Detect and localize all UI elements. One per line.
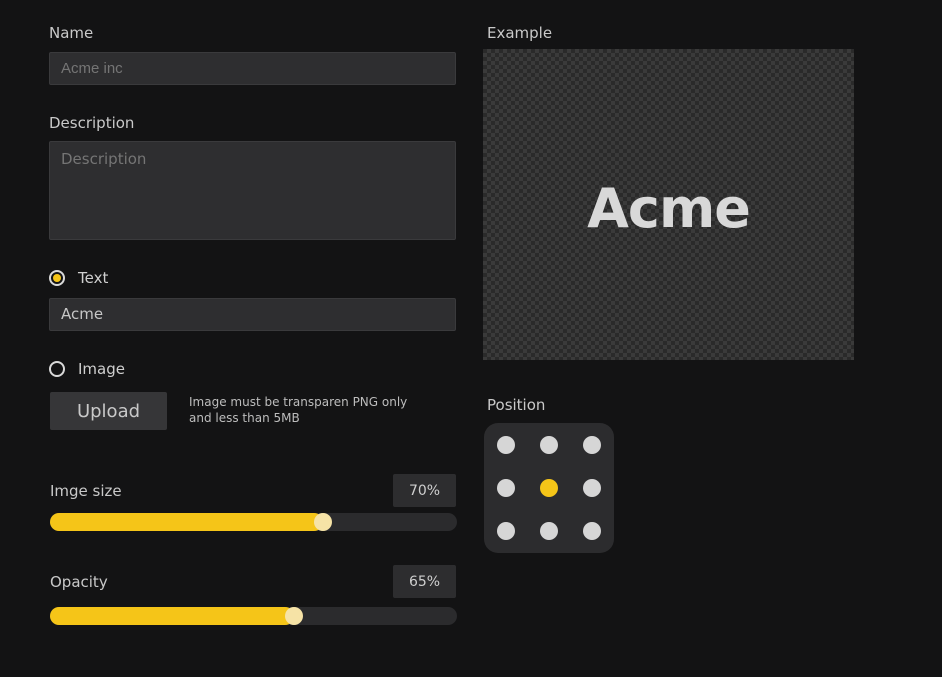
image-size-label: Imge size — [50, 482, 122, 500]
text-radio-label: Text — [78, 269, 109, 287]
opacity-value: 65% — [393, 565, 456, 598]
image-size-slider-thumb[interactable] — [313, 513, 332, 531]
opacity-slider-thumb[interactable] — [285, 607, 304, 625]
text-input[interactable]: Acme — [49, 298, 456, 331]
position-label: Position — [487, 396, 546, 414]
upload-hint-line2: and less than 5MB — [189, 411, 300, 425]
image-size-slider-fill — [50, 513, 323, 531]
name-input[interactable] — [49, 52, 456, 85]
upload-button[interactable]: Upload — [50, 392, 167, 430]
opacity-label: Opacity — [50, 573, 108, 591]
upload-hint: Image must be transparen PNG only and le… — [189, 394, 419, 426]
upload-hint-line1: Image must be transparen PNG only — [189, 395, 408, 409]
position-grid — [484, 423, 614, 553]
opacity-slider[interactable] — [50, 607, 457, 625]
position-dot-center[interactable] — [540, 479, 558, 497]
image-size-slider[interactable] — [50, 513, 457, 531]
example-preview: Acme — [483, 49, 854, 360]
description-label: Description — [49, 114, 135, 132]
position-dot-middle-left[interactable] — [497, 479, 515, 497]
preview-watermark-text: Acme — [587, 177, 751, 240]
position-dot-bottom-left[interactable] — [497, 522, 515, 540]
description-textarea[interactable] — [49, 141, 456, 240]
position-dot-top-left[interactable] — [497, 436, 515, 454]
position-dot-middle-right[interactable] — [583, 479, 601, 497]
position-dot-bottom-right[interactable] — [583, 522, 601, 540]
name-label: Name — [49, 24, 94, 42]
image-radio[interactable] — [49, 361, 65, 377]
position-dot-bottom-center[interactable] — [540, 522, 558, 540]
opacity-slider-fill — [50, 607, 295, 625]
text-radio[interactable] — [49, 270, 65, 286]
image-radio-label: Image — [78, 360, 125, 378]
position-dot-top-center[interactable] — [540, 436, 558, 454]
example-label: Example — [487, 24, 553, 42]
image-size-value: 70% — [393, 474, 456, 507]
position-dot-top-right[interactable] — [583, 436, 601, 454]
